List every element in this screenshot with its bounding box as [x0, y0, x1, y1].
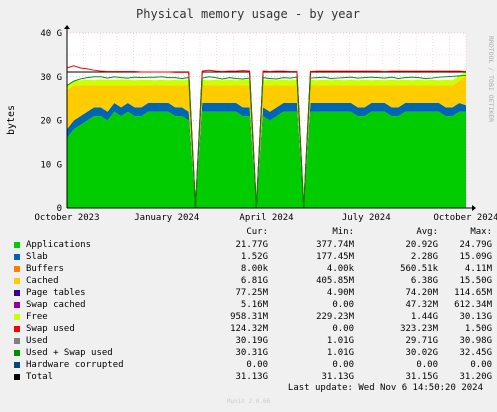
legend-row: Buffers 8.00k 4.00k 560.51k 4.11M	[10, 263, 492, 275]
legend-cur: 21.77G	[235, 240, 268, 250]
header-min: Min:	[332, 227, 354, 237]
legend-cur: 0.00	[246, 360, 268, 370]
x-tick-label: October 2024	[433, 213, 497, 223]
legend-row: Used 30.19G 1.01G 29.71G 30.98G	[10, 335, 492, 347]
last-update: Last update: Wed Nov 6 14:50:20 2024	[287, 383, 483, 393]
legend-max: 24.79G	[459, 240, 492, 250]
legend-row: Total 31.13G 31.13G 31.15G 31.20G	[10, 371, 492, 383]
legend-name: Cached	[26, 276, 59, 286]
legend-row: Slab 1.52G 177.45M 2.28G 15.09G	[10, 251, 492, 263]
legend-name: Free	[26, 312, 48, 322]
legend-name: Total	[26, 372, 54, 382]
legend-name: Used	[26, 336, 48, 346]
y-tick-label: 20 G	[40, 117, 62, 127]
legend-row: Hardware corrupted 0.00 0.00 0.00 0.00	[10, 359, 492, 371]
legend-min: 31.13G	[321, 372, 354, 382]
legend-name: Hardware corrupted	[26, 360, 124, 370]
legend-min: 177.45M	[316, 252, 354, 262]
legend-min: 229.23M	[316, 312, 354, 322]
legend-row: Swap used 124.32M 0.00 323.23M 1.50G	[10, 323, 492, 335]
legend-cur: 8.00k	[240, 264, 268, 274]
legend-name: Slab	[26, 252, 48, 262]
plot-area: 010 G20 G30 G40 GOctober 2023 January 202…	[34, 25, 497, 223]
y-tick-label: 40 G	[40, 29, 62, 39]
legend-cur: 31.13G	[235, 372, 268, 382]
y-tick-label: 10 G	[40, 160, 62, 170]
legend-swatch	[14, 350, 20, 356]
legend-cur: 5.16M	[240, 300, 268, 310]
y-axis-arrow	[64, 25, 70, 29]
legend-max: 31.20G	[459, 372, 492, 382]
legend-row: Used + Swap used 30.31G 1.01G 30.02G 32.45G	[10, 347, 492, 359]
legend-name: Buffers	[26, 264, 64, 274]
legend-max: 0.00	[470, 360, 492, 370]
legend-min: 377.74M	[316, 240, 354, 250]
legend-cur: 958.31M	[230, 312, 268, 322]
legend-swatch	[14, 362, 20, 368]
legend-name: Used + Swap used	[26, 348, 113, 358]
x-tick-label: July 2024	[342, 213, 391, 223]
legend-row: Page tables 77.25M 4.90M 74.20M 114.65M	[10, 287, 492, 299]
chart-svg: Physical memory usage - by year bytes RR…	[6, 7, 497, 223]
y-tick-label: 30 G	[40, 73, 62, 83]
legend-header: Cur: Min: Avg: Max:	[10, 227, 492, 239]
chart-title: Physical memory usage - by year	[136, 7, 360, 21]
legend-max: 32.45G	[459, 348, 492, 358]
legend-swatch	[14, 278, 20, 284]
legend-name: Page tables	[26, 288, 86, 298]
legend-swatch	[14, 326, 20, 332]
legend-cur: 6.81G	[240, 276, 268, 286]
legend-table: Applications 21.77G 377.74M 20.92G 24.79G Sla…	[10, 239, 492, 383]
x-axis-arrow	[472, 205, 476, 211]
legend-swatch	[14, 266, 20, 272]
legend-max: 30.98G	[459, 336, 492, 346]
header-cur: Cur:	[246, 227, 268, 237]
legend-row: Applications 21.77G 377.74M 20.92G 24.79G	[10, 239, 492, 251]
legend-max: 30.13G	[459, 312, 492, 322]
munin-graph: Physical memory usage - by year bytes RR…	[0, 0, 497, 412]
legend-name: Swap cached	[26, 300, 86, 310]
legend-max: 15.50G	[459, 276, 492, 286]
legend-min: 1.01G	[326, 336, 354, 346]
x-tick-label: April 2024	[239, 213, 293, 223]
legend-swatch	[14, 338, 20, 344]
legend-swatch	[14, 290, 20, 296]
legend-swatch	[14, 374, 20, 380]
legend-row: Free 958.31M 229.23M 1.44G 30.13G	[10, 311, 492, 323]
legend-swatch	[14, 254, 20, 260]
legend-row: Cached 6.81G 405.85M 6.38G 15.50G	[10, 275, 492, 287]
legend-cur: 30.31G	[235, 348, 268, 358]
legend-name: Swap used	[26, 324, 75, 334]
area-applications	[67, 111, 466, 208]
legend-max: 15.09G	[459, 252, 492, 262]
x-tick-label: October 2023	[34, 213, 99, 223]
legend-min: 4.00k	[326, 264, 354, 274]
legend-cur: 124.32M	[230, 324, 268, 334]
legend-max: 612.34M	[454, 300, 492, 310]
legend-min: 0.00	[332, 300, 354, 310]
rrdtool-watermark: RRDTOOL / TOBI OETIKER	[487, 36, 495, 122]
legend-name: Applications	[26, 240, 92, 250]
legend-cur: 30.19G	[235, 336, 268, 346]
y-axis-label: bytes	[6, 105, 17, 135]
legend-row: Swap cached 5.16M 0.00 47.32M 612.34M	[10, 299, 492, 311]
legend-cur: 1.52G	[240, 252, 268, 262]
legend-min: 0.00	[332, 360, 354, 370]
legend-swatch	[14, 314, 20, 320]
legend-cur: 77.25M	[235, 288, 268, 298]
legend-min: 4.90M	[326, 288, 354, 298]
legend-min: 0.00	[332, 324, 354, 334]
legend-swatch	[14, 242, 20, 248]
legend-swatch	[14, 302, 20, 308]
header-max: Max:	[470, 227, 492, 237]
legend-min: 405.85M	[316, 276, 354, 286]
x-tick-label: January 2024	[134, 213, 199, 223]
generator-label: Munin 2.0.66	[226, 398, 271, 405]
legend-min: 1.01G	[326, 348, 354, 358]
legend-max: 1.50G	[464, 324, 492, 334]
legend-max: 114.65M	[454, 288, 492, 298]
legend-max: 4.11M	[464, 264, 492, 274]
